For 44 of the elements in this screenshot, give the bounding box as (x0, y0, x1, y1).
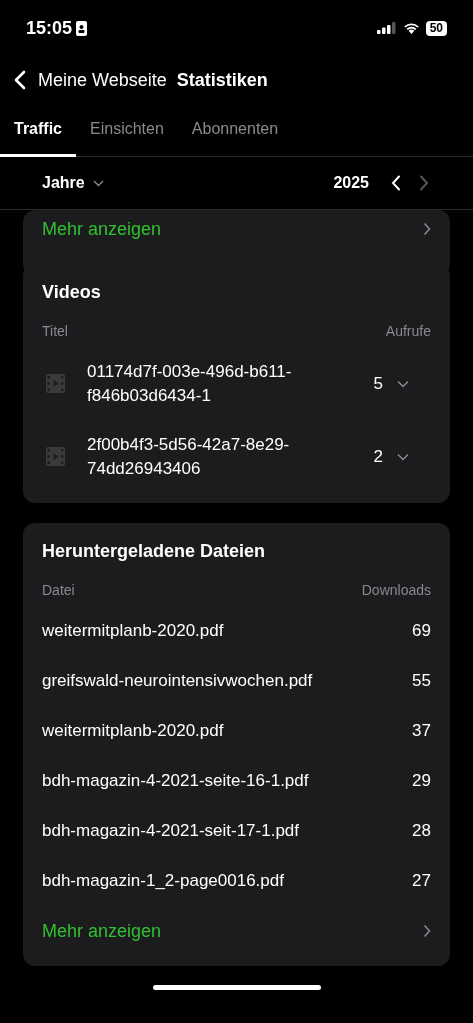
file-name: bdh-magazin-4-2021-seite-16-1.pdf (42, 771, 309, 791)
column-header: Titel (42, 323, 68, 339)
download-count: 37 (412, 721, 431, 741)
download-count: 69 (412, 621, 431, 641)
page-title: Statistiken (176, 69, 268, 91)
download-count: 29 (412, 771, 431, 791)
column-header: Downloads (361, 582, 431, 598)
file-name: bdh-magazin-1_2-page0016.pdf (42, 871, 284, 891)
view-count: 2 (373, 446, 383, 467)
tab[interactable]: Einsichten (76, 104, 178, 157)
chevron-right-icon (423, 924, 431, 938)
tab[interactable]: Abonnenten (177, 104, 293, 157)
chevron-down-icon (397, 379, 409, 388)
file-name: greifswald-neurointensivwochen.pdf (42, 671, 313, 691)
film-icon (46, 374, 65, 393)
download-count: 55 (412, 671, 431, 691)
wifi-icon (402, 22, 420, 34)
more-link[interactable]: Mehr anzeigen (42, 906, 431, 956)
back-button[interactable]: Meine Webseite (14, 69, 167, 91)
more-link[interactable]: Mehr anzeigen (23, 210, 450, 248)
download-count: 27 (412, 871, 431, 891)
video-title: 01174d7f-003e-496d-b611-f846b03d6434-1 (87, 360, 293, 407)
chevron-down-icon (397, 452, 409, 461)
chevron-down-icon (92, 179, 104, 187)
card-title: Videos (42, 282, 102, 303)
period-dropdown[interactable]: Jahre (42, 174, 104, 192)
status-time: 15:05 (26, 17, 73, 39)
download-count: 28 (412, 821, 431, 841)
battery-indicator: 50 (425, 20, 447, 36)
back-icon (14, 70, 26, 90)
view-count: 5 (373, 373, 383, 394)
contact-card-icon (76, 20, 88, 36)
year-label: 2025 (333, 174, 369, 192)
card-title: Heruntergeladene Dateien (42, 541, 267, 562)
file-name: weitermitplanb-2020.pdf (42, 621, 224, 641)
tab[interactable]: Traffic (0, 104, 76, 157)
signal-icon (376, 22, 397, 34)
film-icon (46, 447, 65, 466)
chevron-right-icon (423, 222, 431, 236)
column-header: Datei (42, 582, 75, 598)
video-title: 2f00b4f3-5d56-42a7-8e29-74dd26943406 (87, 433, 291, 480)
column-header: Aufrufe (385, 323, 431, 339)
file-name: bdh-magazin-4-2021-seit-17-1.pdf (42, 821, 300, 841)
file-name: weitermitplanb-2020.pdf (42, 721, 224, 741)
